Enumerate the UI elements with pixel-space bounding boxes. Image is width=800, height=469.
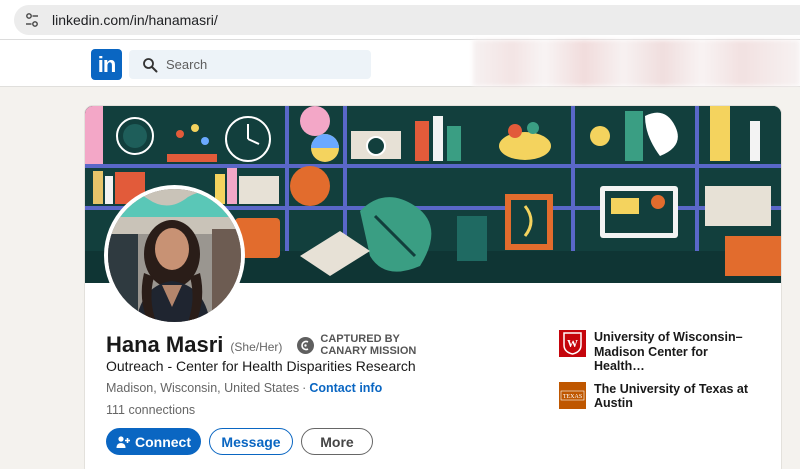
search-icon: [143, 57, 158, 72]
captured-line1: CAPTURED BY: [320, 333, 400, 345]
contact-info-link[interactable]: Contact info: [309, 381, 382, 395]
search-input[interactable]: Search: [129, 50, 371, 79]
add-person-icon: [116, 435, 130, 448]
profile-headline: Outreach - Center for Health Disparities…: [106, 358, 416, 374]
profile-card: Hana Masri (She/Her) CAPTURED BY CANARY …: [85, 106, 781, 469]
message-button[interactable]: Message: [209, 428, 293, 455]
captured-badge: CAPTURED BY CANARY MISSION: [297, 333, 416, 357]
avatar: [108, 189, 241, 322]
url-text[interactable]: linkedin.com/in/hanamasri/: [52, 12, 218, 28]
ut-logo-icon: TEXAS: [559, 381, 586, 409]
connections-count[interactable]: 111 connections: [106, 403, 195, 417]
profile-actions: Connect Message More: [106, 428, 373, 455]
connect-button[interactable]: Connect: [106, 428, 201, 455]
captured-line2: CANARY MISSION: [320, 345, 417, 357]
uw-crest-icon: W: [559, 330, 586, 357]
separator: ·: [302, 381, 307, 395]
education-list: W University of Wisconsin–Madison Center…: [559, 330, 774, 419]
pronouns: (She/Her): [230, 339, 283, 354]
svg-text:W: W: [567, 338, 578, 350]
location-row: Madison, Wisconsin, United States · Contac…: [106, 381, 382, 395]
name-row: Hana Masri (She/Her) CAPTURED BY CANARY …: [106, 332, 416, 358]
message-label: Message: [221, 433, 281, 450]
blurred-nav-area: [473, 40, 800, 86]
linkedin-header: in Search: [0, 40, 800, 87]
education-name: The University of Texas at Austin: [594, 381, 748, 411]
connect-label: Connect: [135, 433, 191, 450]
browser-bar: linkedin.com/in/hanamasri/: [0, 0, 800, 40]
search-placeholder: Search: [166, 57, 208, 72]
profile-name: Hana Masri: [106, 332, 224, 357]
linkedin-logo-icon[interactable]: in: [91, 49, 122, 80]
education-item-uw[interactable]: W University of Wisconsin–Madison Center…: [559, 330, 774, 374]
education-item-ut[interactable]: TEXAS The University of Texas at Austin: [559, 381, 774, 411]
education-name: University of Wisconsin–Madison Center f…: [594, 330, 743, 373]
location-text: Madison, Wisconsin, United States: [106, 381, 300, 395]
profile-photo[interactable]: [104, 185, 245, 326]
canary-mission-icon: [297, 336, 315, 354]
svg-text:TEXAS: TEXAS: [563, 394, 582, 400]
address-bar[interactable]: linkedin.com/in/hanamasri/: [14, 5, 800, 35]
more-label: More: [320, 433, 354, 450]
tune-icon[interactable]: [22, 10, 42, 30]
more-button[interactable]: More: [301, 428, 373, 455]
